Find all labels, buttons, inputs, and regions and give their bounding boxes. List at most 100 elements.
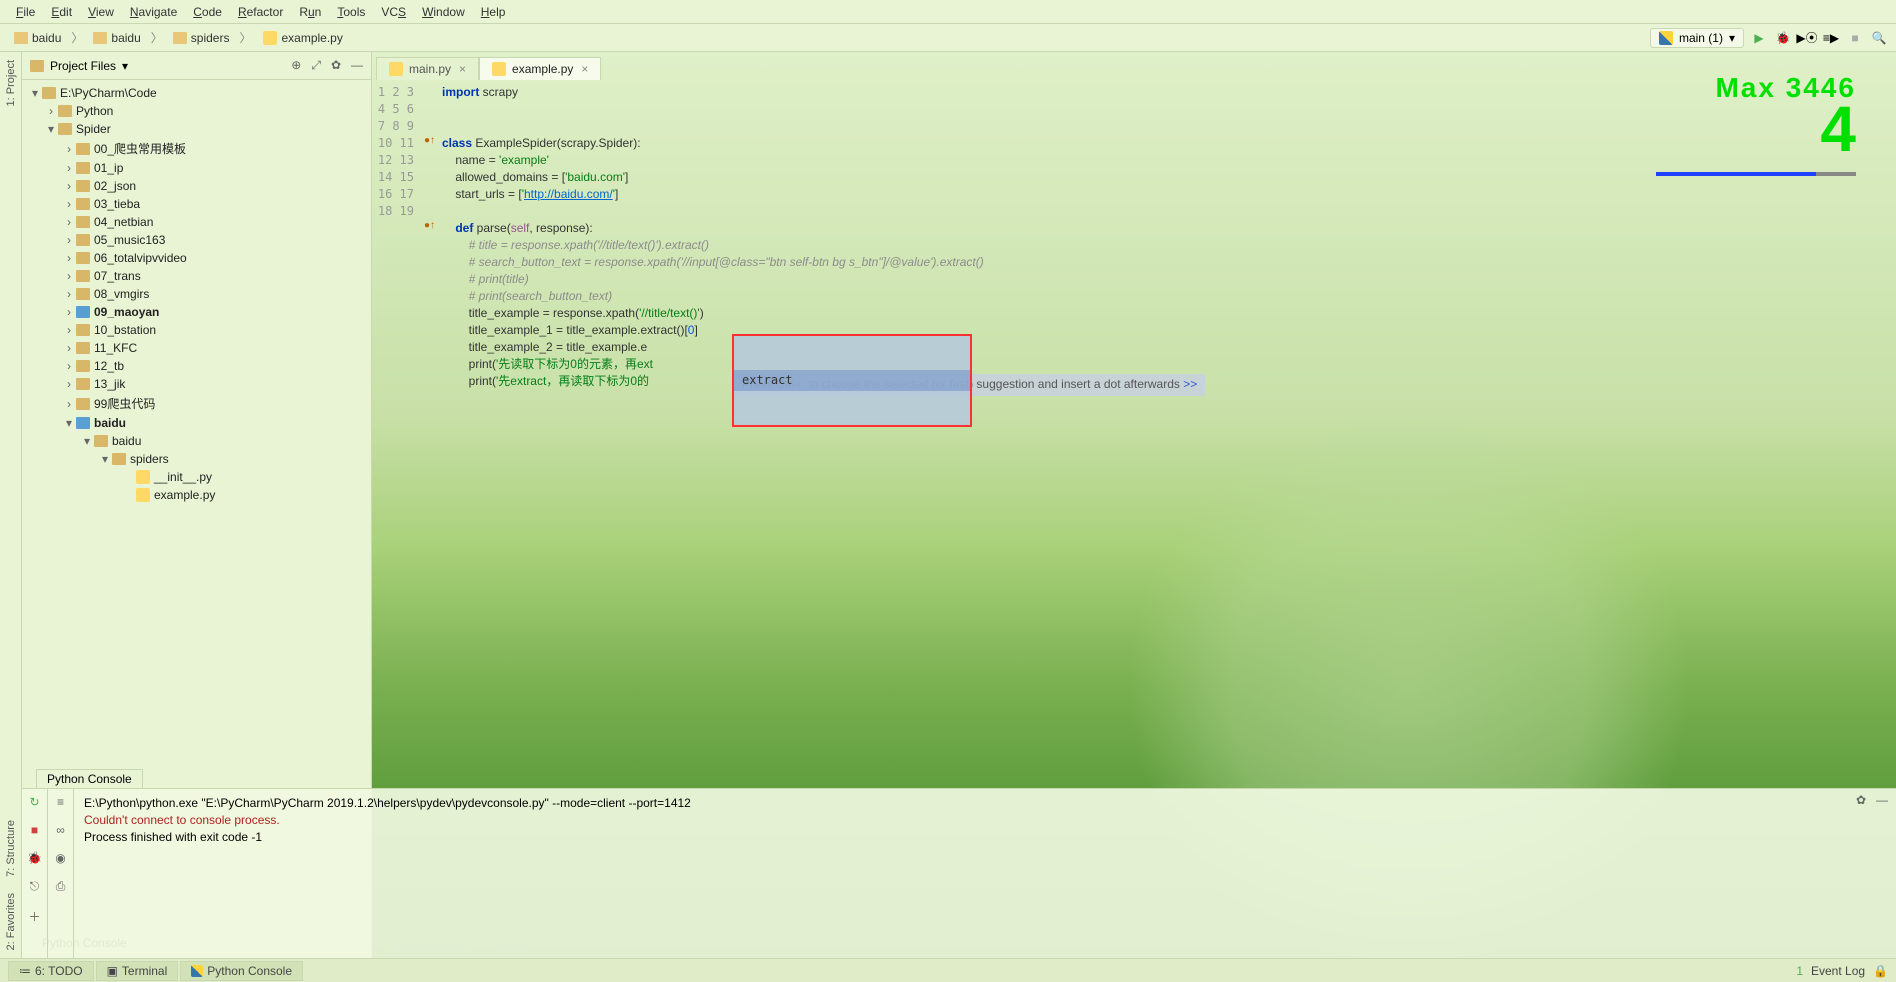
expand-arrow[interactable]: › — [62, 377, 76, 391]
debug-button[interactable]: 🐞 — [1774, 29, 1792, 47]
menu-vcs[interactable]: VCS — [373, 5, 414, 19]
tree-folder[interactable]: 02_json — [90, 179, 136, 193]
status-tab-todo[interactable]: ≔6: TODO — [8, 961, 94, 981]
menu-window[interactable]: Window — [414, 5, 473, 19]
hide-icon[interactable]: — — [1876, 793, 1888, 807]
console-output[interactable]: E:\Python\python.exe "E:\PyCharm\PyCharm… — [74, 789, 1896, 958]
gear-icon[interactable]: ✿ — [1856, 793, 1866, 807]
search-everywhere-button[interactable]: 🔍 — [1870, 29, 1888, 47]
expand-arrow[interactable]: › — [62, 359, 76, 373]
stop-icon[interactable]: ■ — [31, 823, 38, 837]
tree-folder[interactable]: 01_ip — [90, 161, 123, 175]
chevron-down-icon[interactable]: ▾ — [122, 59, 128, 73]
lock-icon[interactable]: 🔒 — [1873, 964, 1888, 978]
new-console-icon[interactable]: ＋ — [28, 908, 40, 925]
tool-tab-structure[interactable]: 7: Structure — [3, 812, 19, 885]
menu-view[interactable]: View — [80, 5, 122, 19]
console-tab[interactable]: Python Console — [36, 769, 143, 788]
expand-arrow[interactable]: › — [62, 341, 76, 355]
expand-all-icon[interactable]: ⤢ — [311, 58, 321, 73]
expand-arrow[interactable]: › — [44, 104, 58, 118]
stop-button[interactable]: ■ — [1846, 29, 1864, 47]
expand-arrow[interactable]: ▾ — [44, 122, 58, 136]
expand-arrow[interactable]: › — [62, 197, 76, 211]
event-log-button[interactable]: Event Log — [1811, 964, 1865, 978]
link-icon[interactable]: ∞ — [56, 823, 65, 837]
expand-arrow[interactable]: ▾ — [28, 86, 42, 100]
crumb-example[interactable]: example.py — [255, 29, 348, 47]
tree-folder-maoyan[interactable]: 09_maoyan — [90, 305, 159, 319]
tree-folder-spiders[interactable]: spiders — [126, 452, 169, 466]
expand-arrow[interactable]: › — [62, 323, 76, 337]
menu-file[interactable]: FFileile — [8, 5, 43, 19]
locate-icon[interactable]: ⊕ — [291, 58, 301, 73]
expand-arrow[interactable]: › — [62, 215, 76, 229]
tool-tab-favorites[interactable]: 2: Favorites — [3, 885, 19, 958]
menu-refactor[interactable]: Refactor — [230, 5, 291, 19]
menu-help[interactable]: Help — [473, 5, 514, 19]
menu-code[interactable]: Code — [185, 5, 230, 19]
tree-folder[interactable]: 06_totalvipvvideo — [90, 251, 187, 265]
attach-icon[interactable]: ⎋ — [30, 879, 40, 894]
override-marker-icon[interactable]: ●↑ — [424, 220, 435, 231]
completion-hint-link[interactable]: >> — [1183, 377, 1197, 391]
menu-navigate[interactable]: Navigate — [122, 5, 185, 19]
tree-file-example[interactable]: example.py — [150, 488, 215, 502]
expand-arrow[interactable]: › — [62, 287, 76, 301]
tree-folder[interactable]: 11_KFC — [90, 341, 137, 355]
var-icon[interactable]: ◉ — [55, 851, 65, 865]
expand-arrow[interactable]: ▾ — [80, 434, 94, 448]
hide-icon[interactable]: — — [351, 58, 363, 73]
expand-arrow[interactable]: › — [62, 142, 76, 156]
expand-arrow[interactable]: › — [62, 179, 76, 193]
tree-python[interactable]: Python — [72, 104, 113, 118]
settings-icon[interactable]: ✿ — [331, 58, 341, 73]
tool-tab-project[interactable]: 1: Project — [3, 52, 19, 114]
tree-root[interactable]: E:\PyCharm\Code — [56, 86, 157, 100]
status-tab-pyconsole[interactable]: Python Console — [180, 961, 303, 981]
expand-arrow[interactable]: ▾ — [98, 452, 112, 466]
expand-arrow[interactable]: › — [62, 305, 76, 319]
tree-folder[interactable]: 03_tieba — [90, 197, 140, 211]
debug-icon[interactable]: 🐞 — [27, 851, 42, 865]
tree-file-init[interactable]: __init__.py — [150, 470, 212, 484]
tree-folder[interactable]: 04_netbian — [90, 215, 153, 229]
tree-folder[interactable]: 08_vmgirs — [90, 287, 149, 301]
expand-arrow[interactable]: › — [62, 233, 76, 247]
tree-folder[interactable]: 05_music163 — [90, 233, 165, 247]
history-icon[interactable]: ⎙ — [56, 879, 66, 894]
override-marker-icon[interactable]: ●↑ — [424, 135, 435, 146]
tree-folder[interactable]: 10_bstation — [90, 323, 156, 337]
tree-folder[interactable]: 13_jik — [90, 377, 125, 391]
tree-folder[interactable]: 00_爬虫常用模板 — [90, 140, 186, 157]
tab-example[interactable]: example.py× — [479, 57, 601, 80]
rerun-icon[interactable]: ↻ — [29, 795, 39, 809]
expand-arrow[interactable]: › — [62, 161, 76, 175]
status-tab-terminal[interactable]: ▣Terminal — [96, 961, 179, 981]
run-button[interactable]: ▶ — [1750, 29, 1768, 47]
tree-folder-baidu[interactable]: baidu — [90, 416, 126, 430]
show-vars-icon[interactable]: ≡ — [57, 795, 64, 809]
close-icon[interactable]: × — [457, 62, 468, 76]
crumb-baidu[interactable]: baidu — [87, 29, 146, 47]
tab-main[interactable]: main.py× — [376, 57, 479, 80]
menu-run[interactable]: Run — [291, 5, 329, 19]
crumb-spiders[interactable]: spiders — [167, 29, 236, 47]
completion-item-extract[interactable]: extract — [734, 370, 970, 391]
tree-folder[interactable]: 07_trans — [90, 269, 141, 283]
tree-spider[interactable]: Spider — [72, 122, 111, 136]
project-title[interactable]: Project Files — [50, 59, 116, 73]
menu-edit[interactable]: Edit — [43, 5, 80, 19]
tree-folder-baidu2[interactable]: baidu — [108, 434, 141, 448]
expand-arrow[interactable]: › — [62, 251, 76, 265]
close-icon[interactable]: × — [579, 62, 590, 76]
profile-button[interactable]: ≡▶ — [1822, 29, 1840, 47]
expand-arrow[interactable]: ▾ — [62, 416, 76, 430]
tree-folder[interactable]: 12_tb — [90, 359, 124, 373]
crumb-baidu-root[interactable]: baidu — [8, 29, 67, 47]
coverage-button[interactable]: ▶⦿ — [1798, 29, 1816, 47]
menu-tools[interactable]: Tools — [329, 5, 373, 19]
expand-arrow[interactable]: › — [62, 397, 76, 411]
run-config-selector[interactable]: main (1) ▾ — [1650, 28, 1744, 48]
expand-arrow[interactable]: › — [62, 269, 76, 283]
